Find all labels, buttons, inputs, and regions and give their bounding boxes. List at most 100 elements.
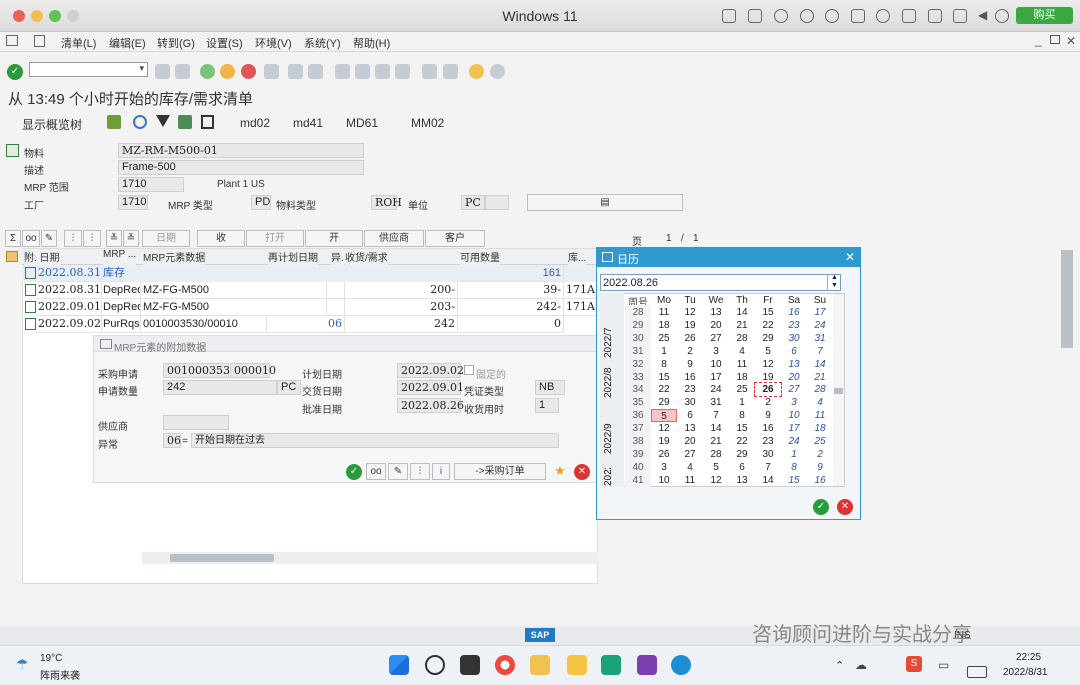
calendar-day[interactable]: 27 [781, 383, 807, 396]
calendar-day[interactable]: 21 [807, 371, 833, 384]
back-icon[interactable]: ◀ [978, 8, 987, 22]
task-view-icon[interactable] [460, 655, 480, 675]
calendar-day[interactable]: 19 [651, 435, 677, 448]
calendar-day[interactable]: 31 [807, 332, 833, 345]
calendar-day[interactable]: 10 [651, 474, 677, 487]
calendar-day[interactable]: 15 [781, 474, 807, 487]
folder-icon[interactable] [6, 251, 18, 262]
calendar-day[interactable]: 3 [781, 396, 807, 409]
info-icon[interactable]: i [432, 463, 450, 480]
date-input[interactable]: 2022.08.26 [600, 274, 841, 291]
calendar-day[interactable]: 28 [807, 383, 833, 396]
menu-settings[interactable]: 设置(S) [206, 35, 243, 51]
open-button[interactable]: 打开 [246, 230, 304, 247]
md41-button[interactable]: md41 [293, 116, 323, 130]
col-exc-header[interactable]: 异. [331, 249, 344, 265]
globe-icon[interactable] [825, 9, 839, 23]
chevron-up-icon[interactable]: ⌃ [835, 659, 844, 672]
filter-icon[interactable] [156, 115, 170, 127]
week-number[interactable]: 41 [625, 474, 651, 487]
fixed-checkbox[interactable] [464, 365, 474, 375]
calendar-day[interactable]: 25 [807, 435, 833, 448]
calendar-day[interactable]: 6 [677, 409, 703, 422]
calendar-day[interactable]: 24 [781, 435, 807, 448]
desc-field[interactable]: Frame-500 [118, 160, 364, 175]
req-no-field[interactable]: 0010003530 [163, 363, 237, 378]
calendar-day[interactable]: 5 [755, 345, 781, 358]
calendar-day[interactable]: 20 [781, 371, 807, 384]
shortcut-icon[interactable] [443, 64, 458, 79]
confirm-icon[interactable]: ✓ [346, 464, 362, 480]
calendar-cancel-icon[interactable]: ✕ [837, 499, 853, 515]
cancel-icon[interactable] [241, 64, 256, 79]
customize-icon[interactable] [490, 64, 505, 79]
glasses-icon[interactable]: oo [22, 230, 40, 247]
calendar-day[interactable]: 14 [703, 422, 729, 435]
pencil-icon[interactable]: ✎ [41, 230, 57, 247]
week-number[interactable]: 32 [625, 358, 651, 371]
calendar-day[interactable]: 3 [651, 461, 677, 474]
week-number[interactable]: 35 [625, 396, 651, 409]
calendar-day[interactable]: 12 [755, 358, 781, 371]
calendar-day[interactable]: 26 [754, 382, 782, 398]
menu-goto[interactable]: 转到(G) [157, 35, 195, 51]
plant-field[interactable]: 1710 [118, 195, 148, 210]
md61-button[interactable]: MD61 [346, 116, 378, 130]
calendar-day[interactable]: 8 [729, 409, 755, 422]
week-number[interactable]: 39 [625, 448, 651, 461]
calendar-day[interactable]: 17 [703, 371, 729, 384]
drive-icon[interactable] [902, 9, 916, 23]
back-nav-icon[interactable] [155, 64, 170, 79]
glasses-icon[interactable]: oo [366, 463, 386, 480]
week-number[interactable]: 31 [625, 345, 651, 358]
menu-help[interactable]: 帮助(H) [353, 35, 390, 51]
layout-icon[interactable] [34, 35, 45, 47]
calendar-day[interactable]: 27 [703, 332, 729, 345]
date-button[interactable]: 日期 [142, 230, 190, 247]
command-field[interactable]: ▾ [29, 62, 148, 77]
calendar-day[interactable]: 29 [755, 332, 781, 345]
calendar-day[interactable]: 23 [755, 435, 781, 448]
req-item-field[interactable]: 000010 [230, 363, 276, 378]
calendar-day[interactable]: 29 [729, 448, 755, 461]
gr-field[interactable]: 1 [535, 398, 559, 413]
volume-icon[interactable] [851, 9, 865, 23]
print-icon[interactable] [264, 64, 279, 79]
help-icon[interactable] [469, 64, 484, 79]
exc-code-field[interactable]: 06 [163, 433, 181, 448]
calendar-day[interactable]: 2 [677, 345, 703, 358]
calendar-day[interactable]: 30 [755, 448, 781, 461]
calendar-day[interactable]: 31 [703, 396, 729, 409]
table-row[interactable]: 2022.08.31 库存 161 [22, 265, 598, 282]
calendar-day[interactable]: 17 [807, 306, 833, 319]
week-number[interactable]: 37 [625, 422, 651, 435]
calendar-day[interactable]: 1 [781, 448, 807, 461]
collapse-icon[interactable]: ≚ [106, 230, 122, 247]
file-explorer-icon[interactable] [567, 655, 587, 675]
start-icon[interactable] [389, 655, 409, 675]
calendar-day[interactable]: 30 [781, 332, 807, 345]
vendor-field[interactable] [163, 415, 229, 430]
calendar-day[interactable]: 2 [755, 396, 781, 409]
calendar-day[interactable]: 16 [755, 422, 781, 435]
po-button[interactable]: ->采购订单 [454, 463, 546, 480]
detail-icon[interactable] [178, 115, 192, 129]
usb-icon[interactable] [774, 9, 788, 23]
on-button[interactable]: 开 [305, 230, 363, 247]
menu-list[interactable]: 清单(L) [61, 35, 96, 51]
calendar-day[interactable]: 18 [729, 371, 755, 384]
detail-button[interactable]: ▤ [527, 194, 683, 211]
calendar-day[interactable]: 11 [729, 358, 755, 371]
col-resched-header[interactable]: 再计划日期 [268, 249, 318, 265]
calendar-day[interactable]: 5 [703, 461, 729, 474]
battery-icon[interactable] [967, 666, 987, 678]
last-page-icon[interactable] [395, 64, 410, 79]
screenshot-icon[interactable] [953, 9, 967, 23]
close-icon[interactable]: ✕ [845, 250, 855, 264]
material-field[interactable]: MZ-RM-M500-01 [118, 143, 364, 158]
exit-icon[interactable] [220, 64, 235, 79]
buy-button[interactable]: 购买 [1016, 7, 1073, 24]
deliv-field[interactable]: 2022.09.01 [397, 380, 464, 395]
menu-edit[interactable]: 编辑(E) [109, 35, 146, 51]
calendar-day[interactable]: 26 [651, 448, 677, 461]
